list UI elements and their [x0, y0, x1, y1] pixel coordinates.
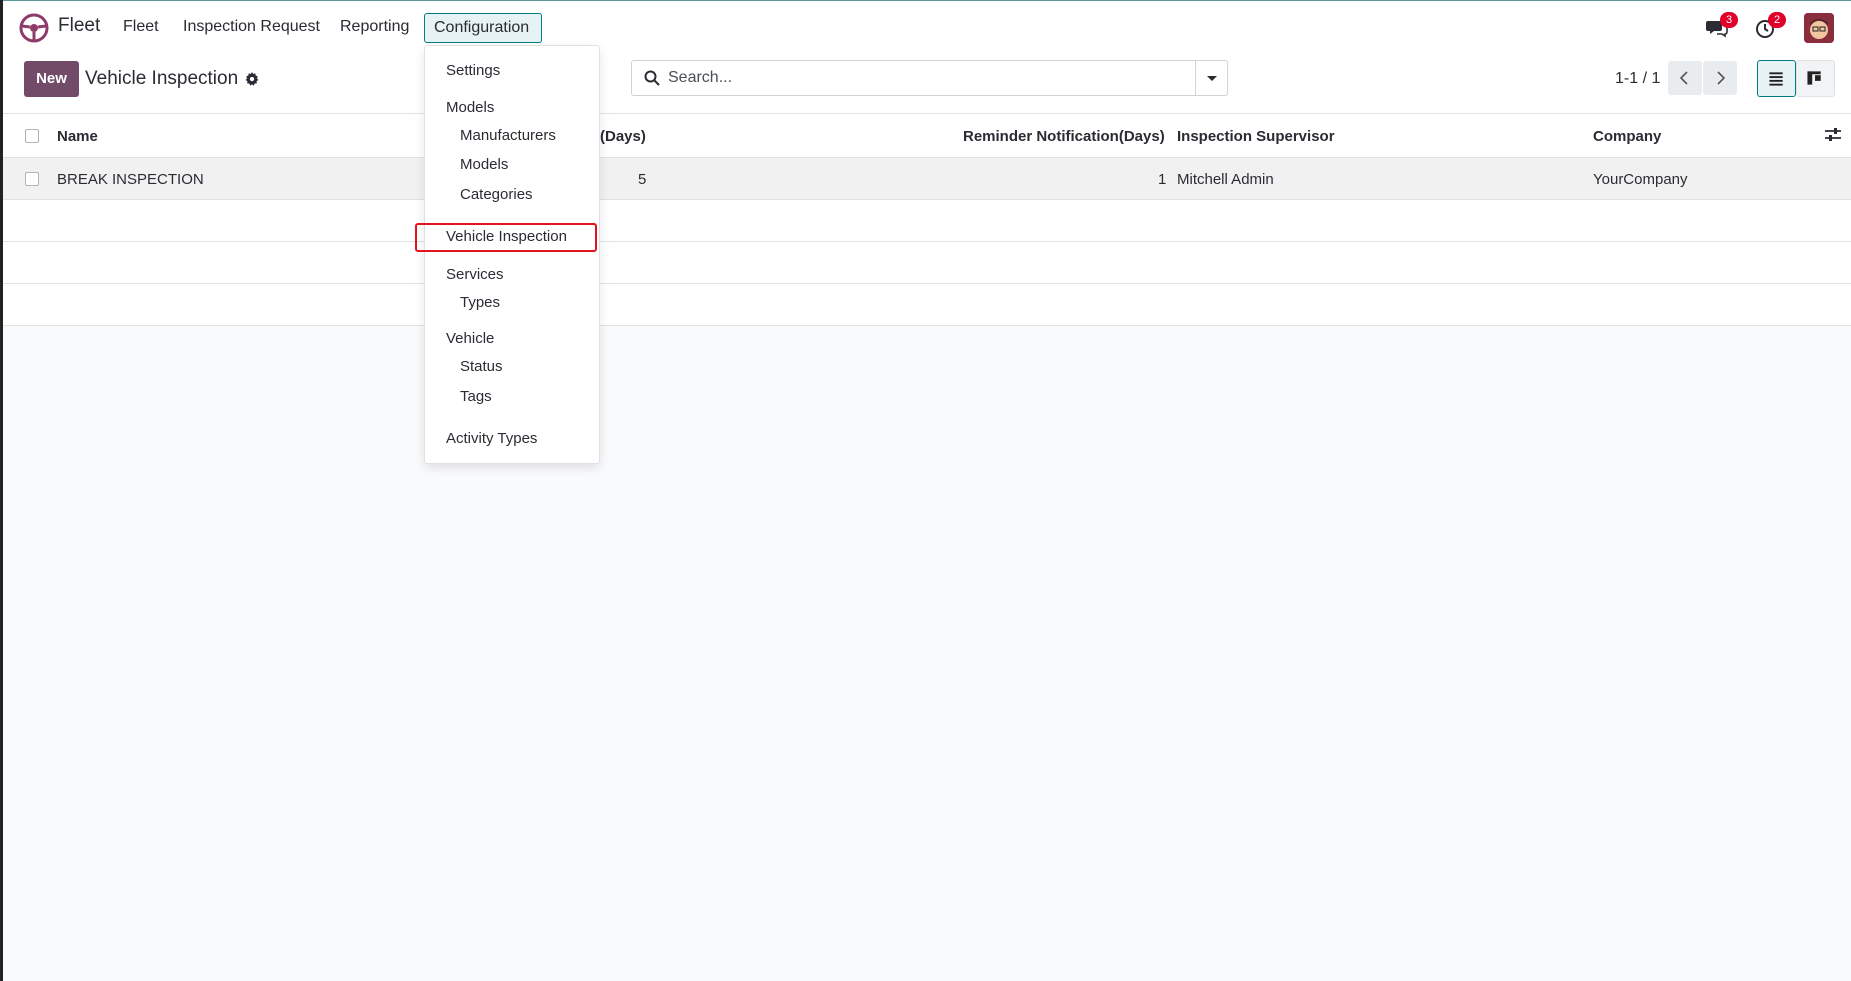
gear-icon[interactable]	[245, 72, 259, 86]
messages-badge: 3	[1720, 12, 1738, 28]
cell-name: BREAK INSPECTION	[57, 171, 204, 188]
select-all-checkbox[interactable]	[25, 129, 39, 143]
menu-inspection-request[interactable]: Inspection Request	[183, 18, 320, 36]
pager-previous-button[interactable]	[1668, 61, 1702, 95]
pager-next-button[interactable]	[1703, 61, 1737, 95]
column-header-company[interactable]: Company	[1593, 128, 1661, 145]
dropdown-item-activity-types[interactable]: Activity Types	[446, 430, 537, 447]
cell-reminder: 1	[1158, 171, 1167, 188]
configuration-dropdown: Settings Models Manufacturers Models Cat…	[424, 45, 600, 464]
dropdown-item-settings[interactable]: Settings	[446, 62, 500, 79]
page-title[interactable]: Vehicle Inspection	[85, 68, 238, 90]
search-options-toggle[interactable]	[1195, 61, 1227, 95]
list-view-button[interactable]	[1757, 60, 1796, 97]
kanban-view-button[interactable]	[1796, 60, 1835, 97]
dropdown-section-models: Models	[446, 99, 495, 116]
top-navbar: Fleet Fleet Inspection Request Reporting…	[3, 0, 1851, 52]
table-row[interactable]: BREAK INSPECTION 5 1 Mitchell Admin Your…	[3, 158, 1851, 200]
row-checkbox[interactable]	[25, 172, 39, 186]
optional-columns-icon[interactable]	[1825, 128, 1841, 142]
dropdown-item-manufacturers[interactable]: Manufacturers	[460, 127, 556, 144]
column-header-reminder[interactable]: Reminder Notification(Days)	[963, 128, 1165, 145]
new-button[interactable]: New	[24, 61, 79, 97]
pager-value[interactable]: 1-1 / 1	[1615, 70, 1660, 88]
dropdown-item-types[interactable]: Types	[460, 294, 500, 311]
steering-wheel-logo-icon[interactable]	[19, 13, 49, 43]
search-icon	[644, 70, 660, 86]
dropdown-item-tags[interactable]: Tags	[460, 388, 492, 405]
dropdown-section-vehicle: Vehicle	[446, 330, 495, 347]
search-bar[interactable]	[631, 60, 1228, 96]
menu-reporting[interactable]: Reporting	[340, 18, 409, 36]
dropdown-item-categories[interactable]: Categories	[460, 186, 533, 203]
search-input[interactable]	[668, 69, 1168, 87]
user-avatar[interactable]	[1804, 13, 1834, 43]
empty-row	[3, 242, 1851, 284]
column-header-supervisor[interactable]: Inspection Supervisor	[1177, 128, 1335, 145]
table-header: Name (Days) Reminder Notification(Days) …	[3, 114, 1851, 158]
column-header-days[interactable]: (Days)	[600, 128, 646, 145]
dropdown-item-models[interactable]: Models	[460, 156, 508, 173]
cell-days: 5	[638, 171, 647, 188]
chevron-left-icon	[1679, 71, 1688, 85]
empty-row	[3, 284, 1851, 326]
kanban-icon	[1807, 71, 1821, 85]
menu-configuration[interactable]: Configuration	[424, 13, 542, 43]
cell-company: YourCompany	[1593, 171, 1688, 188]
list-table: Name (Days) Reminder Notification(Days) …	[3, 114, 1851, 326]
activities-badge: 2	[1768, 12, 1786, 28]
chevron-right-icon	[1717, 71, 1726, 85]
dropdown-section-services: Services	[446, 266, 504, 283]
menu-fleet[interactable]: Fleet	[123, 18, 159, 36]
cell-supervisor: Mitchell Admin	[1177, 171, 1274, 188]
highlight-annotation	[415, 223, 597, 252]
caret-down-icon	[1207, 76, 1217, 81]
list-icon	[1769, 72, 1783, 86]
control-panel: New Vehicle Inspection 1-1 / 1	[3, 52, 1851, 114]
app-name[interactable]: Fleet	[58, 15, 100, 37]
dropdown-item-status[interactable]: Status	[460, 358, 503, 375]
column-header-name[interactable]: Name	[57, 128, 98, 145]
empty-row	[3, 200, 1851, 242]
